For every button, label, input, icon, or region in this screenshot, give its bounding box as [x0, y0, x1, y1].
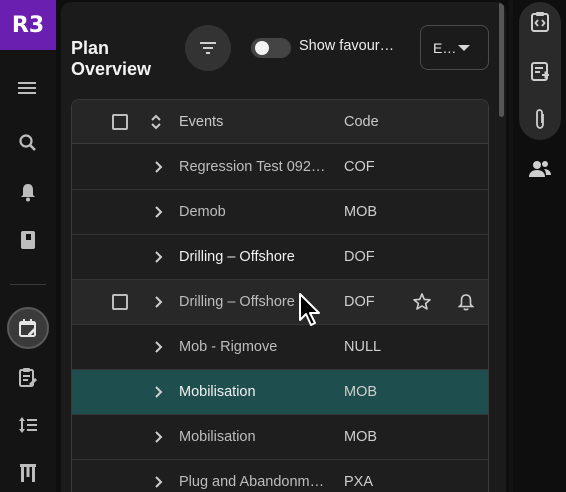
clipboard-edit-icon[interactable]: [14, 363, 42, 391]
title-line-1: Plan: [71, 38, 110, 58]
table-row[interactable]: Mobilisation MOB: [72, 370, 488, 415]
tool-icon[interactable]: [14, 459, 42, 487]
add-list-icon[interactable]: [528, 60, 552, 84]
table-row[interactable]: Plug and Abandonm… PXA: [72, 460, 488, 492]
notification-bell-icon[interactable]: [456, 292, 476, 312]
event-code: MOB: [344, 384, 378, 400]
chevron-right-icon[interactable]: [152, 475, 164, 489]
panel-scrollbar[interactable]: [499, 2, 504, 117]
sort-list-icon[interactable]: [14, 411, 42, 439]
chevron-down-icon: [458, 45, 470, 51]
favourite-star-icon[interactable]: [412, 292, 432, 312]
left-nav-rail: R3: [0, 0, 56, 492]
table-row[interactable]: Regression Test 092… COF: [72, 145, 488, 190]
book-icon[interactable]: [14, 226, 42, 254]
sort-icon[interactable]: [149, 113, 163, 131]
event-code: DOF: [344, 294, 375, 310]
row-checkbox[interactable]: [112, 294, 128, 310]
events-table: Events Code Regression Test 092… COF Demob…: [71, 99, 489, 492]
column-header-events[interactable]: Events: [179, 114, 223, 130]
chevron-right-icon[interactable]: [152, 295, 164, 309]
event-name: Demob: [179, 204, 226, 220]
event-name: Regression Test 092…: [179, 159, 326, 175]
filter-button[interactable]: [185, 25, 231, 71]
event-code: PXA: [344, 474, 374, 490]
app-logo[interactable]: R3: [0, 0, 56, 50]
calendar-edit-icon[interactable]: [7, 307, 49, 349]
event-name: Mob - Rigmove: [179, 339, 278, 355]
attachment-icon[interactable]: [528, 107, 552, 131]
select-value: E…: [433, 39, 457, 56]
event-filter-select[interactable]: E…: [420, 25, 489, 70]
table-row[interactable]: Mob - Rigmove NULL: [72, 325, 488, 370]
table-header: Events Code: [72, 100, 488, 144]
users-icon[interactable]: [528, 157, 552, 181]
table-row[interactable]: Demob MOB: [72, 190, 488, 235]
bell-icon[interactable]: [14, 178, 42, 206]
event-code: DOF: [344, 249, 375, 265]
toggle-knob: [255, 41, 269, 55]
title-line-2: Overview: [71, 59, 152, 79]
code-clipboard-icon[interactable]: [528, 10, 552, 34]
logo-text: R3: [11, 12, 45, 38]
menu-icon[interactable]: [14, 74, 42, 102]
chevron-right-icon[interactable]: [152, 340, 164, 354]
page-scrollbar[interactable]: [509, 0, 513, 492]
event-code: NULL: [344, 339, 382, 355]
show-favourites-label: Show favour…: [299, 38, 395, 54]
event-code: MOB: [344, 429, 378, 445]
select-all-checkbox[interactable]: [112, 114, 128, 130]
event-name: Plug and Abandonm…: [179, 474, 325, 490]
plan-overview-panel: Plan Overview Show favour… E… Events Cod…: [61, 2, 506, 492]
event-name: Mobilisation: [179, 384, 256, 400]
mouse-cursor-icon: [299, 293, 320, 326]
chevron-right-icon[interactable]: [152, 250, 164, 264]
chevron-right-icon[interactable]: [152, 385, 164, 399]
rail-divider: [10, 284, 46, 285]
event-name: Mobilisation: [179, 429, 256, 445]
chevron-right-icon[interactable]: [152, 430, 164, 444]
event-code: MOB: [344, 204, 378, 220]
filter-icon: [200, 42, 216, 54]
table-row[interactable]: Drilling – Offshore DOF: [72, 280, 488, 325]
table-row[interactable]: Mobilisation MOB: [72, 415, 488, 460]
show-favourites-toggle[interactable]: [251, 38, 291, 58]
search-icon[interactable]: [14, 129, 42, 157]
column-header-code[interactable]: Code: [344, 114, 379, 130]
page-title: Plan Overview: [71, 38, 151, 80]
event-name: Drilling – Offshore: [179, 249, 295, 265]
chevron-right-icon[interactable]: [152, 160, 164, 174]
chevron-right-icon[interactable]: [152, 205, 164, 219]
table-row[interactable]: Drilling – Offshore DOF: [72, 235, 488, 280]
event-code: COF: [344, 159, 375, 175]
